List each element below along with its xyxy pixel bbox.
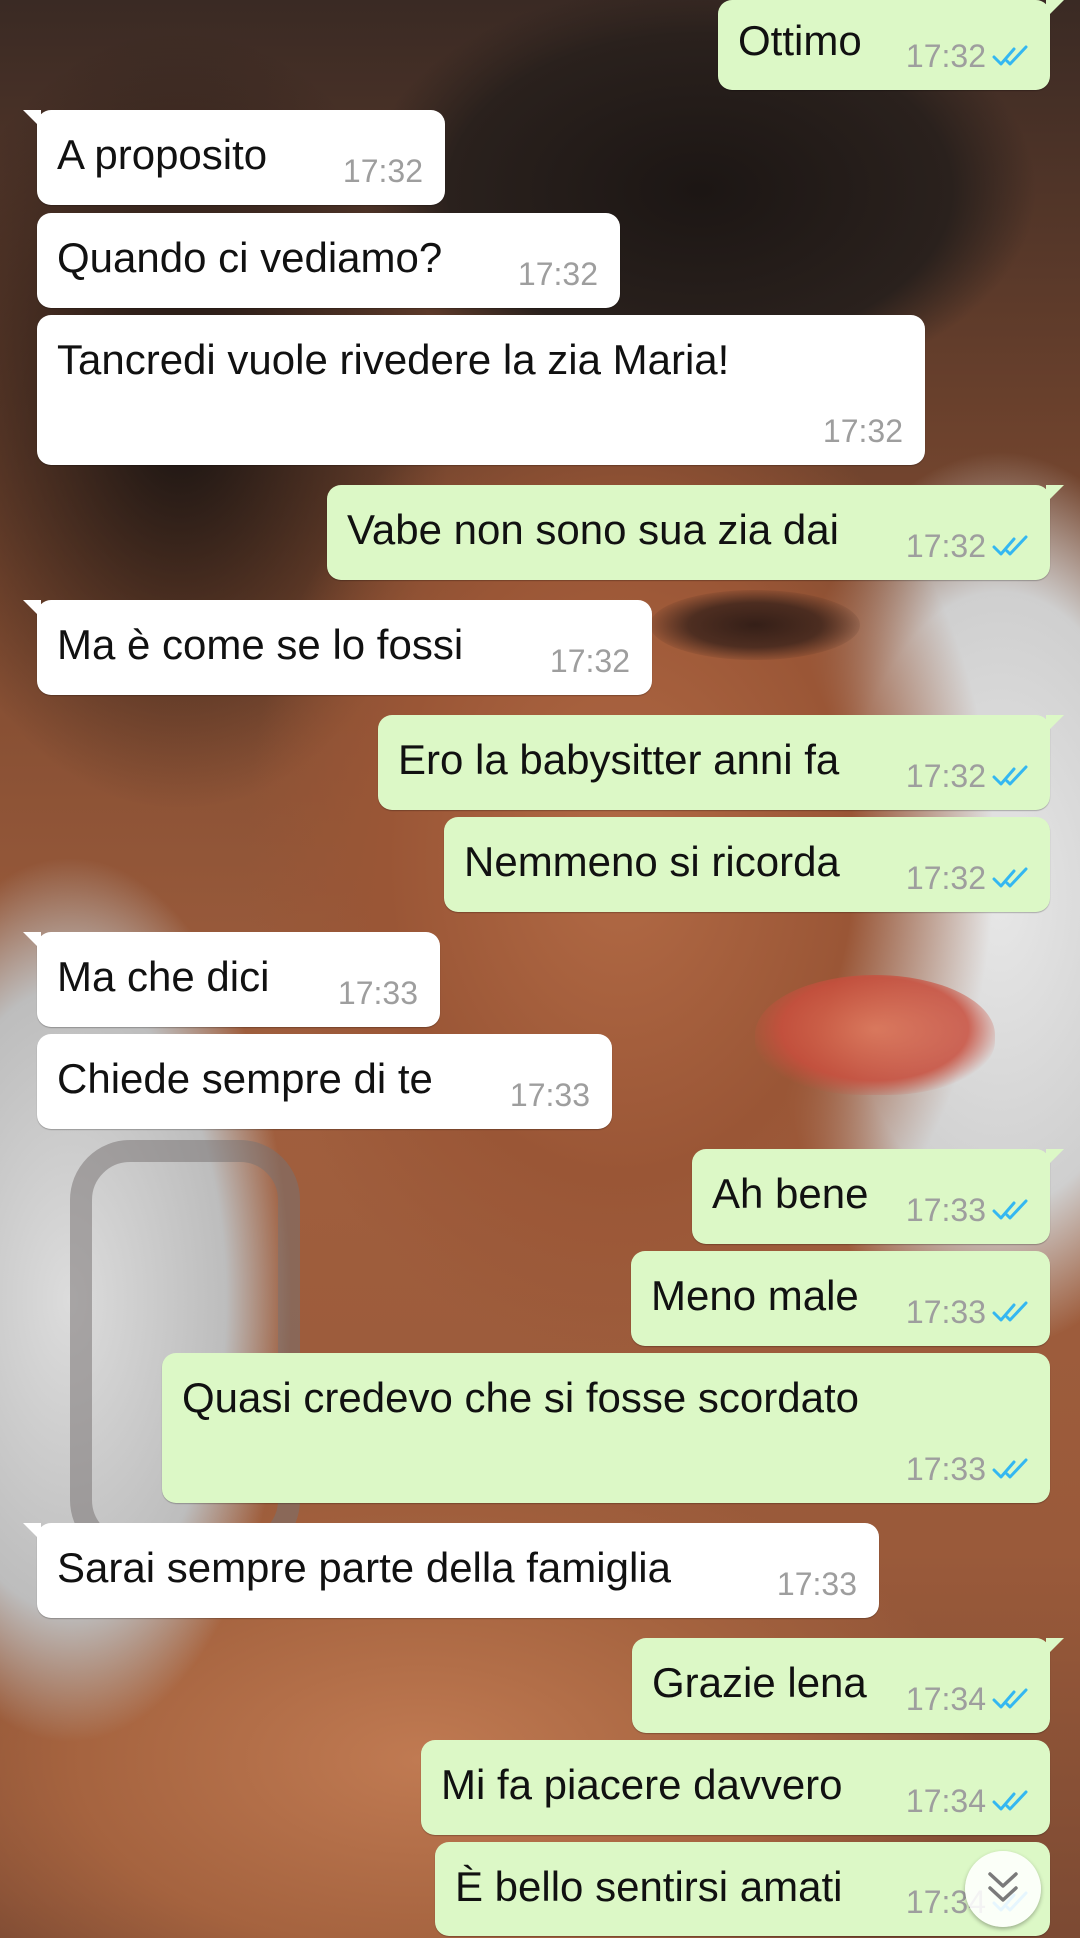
message-text: Quasi credevo che si fosse scordato — [182, 1374, 860, 1421]
outgoing-message[interactable]: Ero la babysitter anni fa 17:32 — [378, 715, 1064, 810]
outgoing-message[interactable]: Nemmeno si ricorda 17:32 — [444, 817, 1050, 912]
incoming-message[interactable]: Chiede sempre di te 17:33 — [37, 1034, 612, 1129]
incoming-message[interactable]: A proposito 17:32 — [23, 110, 445, 205]
message-time: 17:32 — [905, 758, 986, 794]
double-check-icon — [992, 45, 1028, 66]
outgoing-message[interactable]: Ah bene 17:33 — [692, 1149, 1064, 1244]
message-text: Ero la babysitter anni fa — [398, 736, 840, 783]
message-time: 17:34 — [905, 1783, 986, 1819]
outgoing-message[interactable]: Grazie lena 17:34 — [632, 1638, 1064, 1733]
message-time: 17:32 — [905, 528, 986, 564]
message-list[interactable]: Ottimo 17:32 A proposito 17:32 Quando ci… — [0, 0, 1080, 1938]
incoming-message[interactable]: Ma che dici 17:33 — [23, 932, 440, 1027]
double-chevron-down-icon — [988, 1872, 1018, 1902]
outgoing-message[interactable]: Mi fa piacere davvero 17:34 — [421, 1740, 1050, 1835]
double-check-icon — [992, 765, 1028, 786]
message-time: 17:32 — [549, 643, 630, 679]
message-text: Quando ci vediamo? — [57, 234, 443, 281]
incoming-message[interactable]: Ma è come se lo fossi 17:32 — [23, 600, 652, 695]
incoming-message[interactable]: Quando ci vediamo? 17:32 — [37, 213, 620, 308]
message-text: Nemmeno si ricorda — [464, 838, 840, 885]
message-time: 17:33 — [905, 1192, 986, 1228]
message-text: Vabe non sono sua zia dai — [347, 506, 839, 553]
message-time: 17:33 — [905, 1451, 986, 1487]
outgoing-message[interactable]: Vabe non sono sua zia dai 17:32 — [327, 485, 1064, 580]
message-time: 17:32 — [905, 38, 986, 74]
double-check-icon — [992, 1199, 1028, 1220]
message-text: Ma è come se lo fossi — [57, 621, 464, 668]
message-time: 17:32 — [905, 860, 986, 896]
message-text: Mi fa piacere davvero — [441, 1761, 843, 1808]
outgoing-message[interactable]: Quasi credevo che si fosse scordato 17:3… — [162, 1353, 1050, 1503]
scroll-to-bottom-button[interactable] — [965, 1851, 1041, 1927]
message-time: 17:32 — [342, 153, 423, 189]
message-text: Chiede sempre di te — [57, 1055, 433, 1102]
message-time: 17:32 — [822, 413, 903, 449]
double-check-icon — [992, 535, 1028, 556]
message-text: A proposito — [57, 131, 268, 178]
message-text: Ottimo — [738, 17, 862, 64]
outgoing-message[interactable]: Meno male 17:33 — [631, 1251, 1050, 1346]
incoming-message[interactable]: Tancredi vuole rivedere la zia Maria! 17… — [37, 315, 925, 465]
message-text: È bello sentirsi amati — [455, 1863, 843, 1910]
message-text: Tancredi vuole rivedere la zia Maria! — [57, 336, 730, 383]
message-text: Sarai sempre parte della famiglia — [57, 1544, 671, 1591]
double-check-icon — [992, 1688, 1028, 1709]
double-check-icon — [992, 1790, 1028, 1811]
message-text: Ah bene — [712, 1170, 869, 1217]
message-time: 17:34 — [905, 1681, 986, 1717]
double-check-icon — [992, 867, 1028, 888]
message-time: 17:33 — [905, 1294, 986, 1330]
double-check-icon — [992, 1458, 1028, 1479]
outgoing-message[interactable]: È bello sentirsi amati 17:34 — [435, 1842, 1050, 1936]
message-time: 17:33 — [337, 975, 418, 1011]
message-time: 17:32 — [517, 256, 598, 292]
message-time: 17:33 — [509, 1077, 590, 1113]
outgoing-message[interactable]: Ottimo 17:32 — [718, 0, 1064, 90]
message-text: Meno male — [651, 1272, 859, 1319]
message-text: Ma che dici — [57, 953, 270, 1000]
message-text: Grazie lena — [652, 1659, 867, 1706]
double-check-icon — [992, 1301, 1028, 1322]
message-time: 17:33 — [776, 1566, 857, 1602]
incoming-message[interactable]: Sarai sempre parte della famiglia 17:33 — [23, 1523, 879, 1618]
